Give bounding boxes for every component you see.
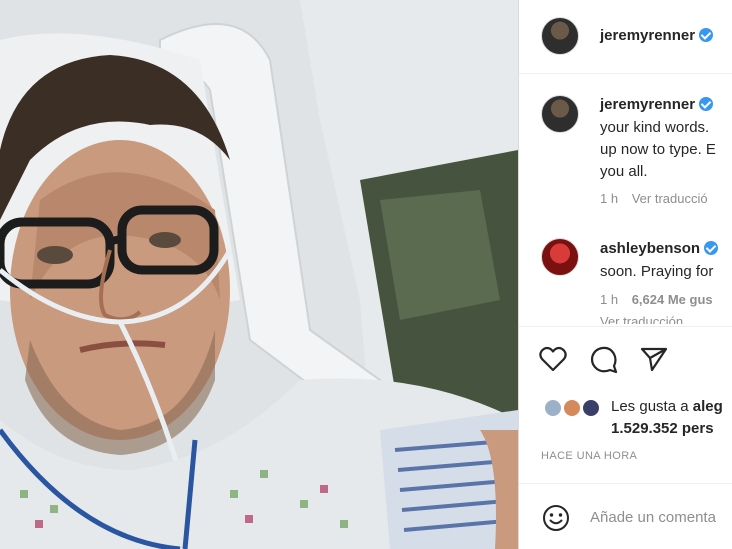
comment-text-line: soon. Praying for [600,263,714,280]
post-header: jeremyrenner [519,0,732,74]
send-icon[interactable] [640,346,668,372]
verified-badge-icon [699,97,714,111]
likes-count-text[interactable]: 1.529.352 pers [611,420,714,437]
post-sidebar: jeremyrenner jeremyrenner your kind word… [518,0,732,549]
comment-avatar[interactable] [541,238,579,276]
smiley-icon[interactable] [542,504,570,532]
comment-avatar[interactable] [541,95,579,133]
author-avatar[interactable] [541,17,579,55]
likes-count[interactable]: 1.529.352 pers [611,420,714,437]
author-username[interactable]: jeremyrenner [600,27,714,44]
verified-badge-icon [704,241,719,255]
see-translation-link[interactable]: Ver traducción [600,314,683,324]
comment-meta: 1 h Ver traducció [600,191,708,206]
author-username-text[interactable]: jeremyrenner [600,27,695,44]
comment-translate-row: Ver traducción [600,314,683,324]
comment-time: 1 h [600,191,619,206]
add-comment-input[interactable]: Añade un comenta [590,509,716,526]
liked-by-prefix: Les gusta a [611,398,689,415]
comment-text-line: you all. [600,163,648,180]
comment-username[interactable]: ashleybenson [600,240,719,257]
comment-username[interactable]: jeremyrenner [600,96,714,113]
liked-by-line: Les gusta a aleg [611,398,723,415]
verified-badge-icon [699,28,714,42]
comment-text-line: your kind words. [600,119,710,136]
see-translation-link[interactable]: Ver traducció [632,191,708,206]
post-photo-image [0,0,518,549]
comment-likes[interactable]: 6,624 Me gus [632,292,713,307]
comment-text-line: up now to type. E [600,141,716,158]
post-timestamp: HACE UNA HORA [541,450,638,462]
section-divider [519,483,732,484]
comment-meta: 1 h 6,624 Me gus [600,292,713,307]
liked-by-name[interactable]: aleg [693,398,723,415]
post-photo[interactable] [0,0,518,549]
comment-time: 1 h [600,292,619,307]
heart-icon[interactable] [539,346,567,372]
liker-avatar[interactable] [581,398,601,418]
comment-username-text[interactable]: ashleybenson [600,240,700,257]
comment-username-text[interactable]: jeremyrenner [600,96,695,113]
liker-avatar[interactable] [543,398,563,418]
liker-avatar[interactable] [562,398,582,418]
section-divider [519,326,732,327]
comment-icon[interactable] [590,346,618,374]
